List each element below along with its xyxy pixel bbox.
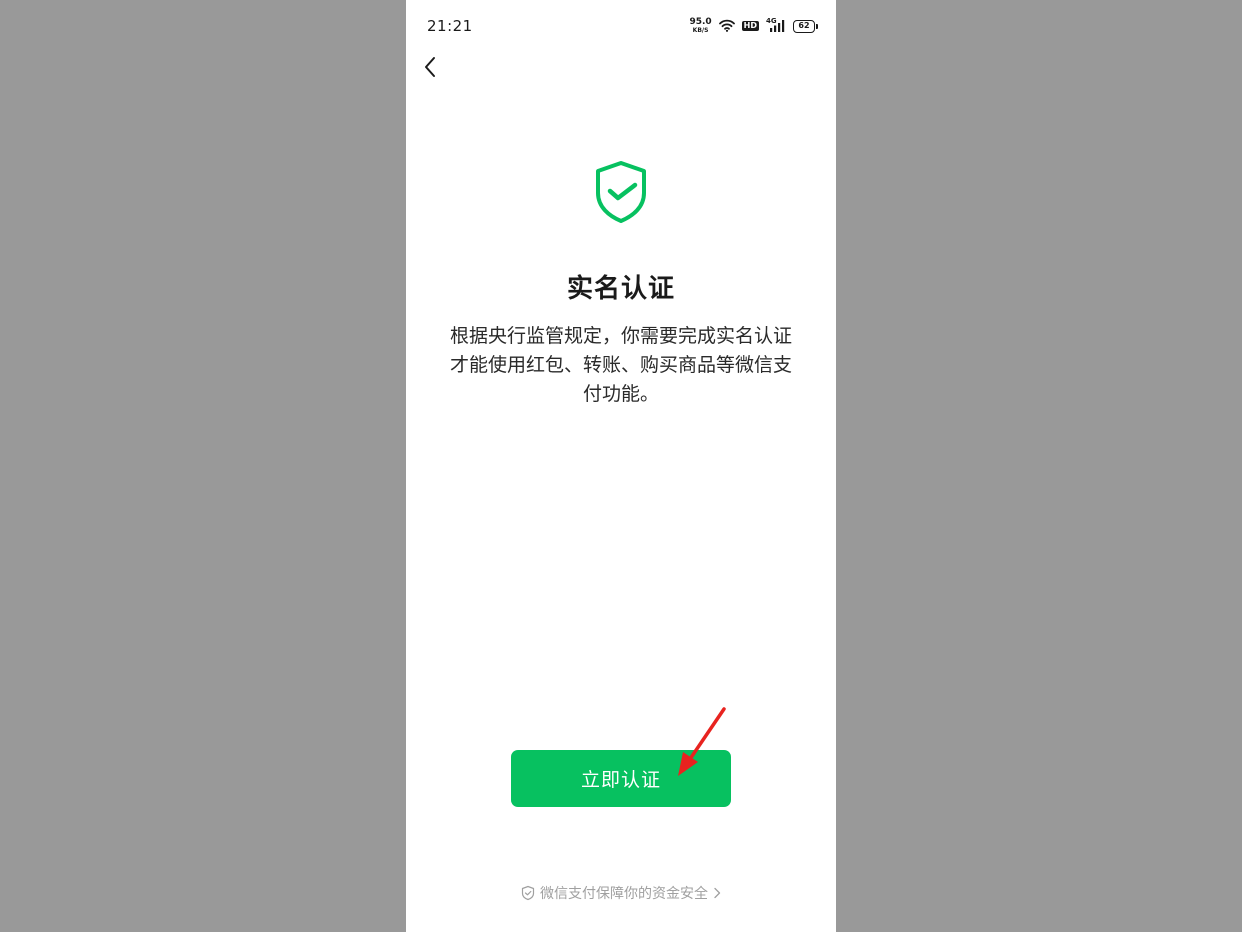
status-time: 21:21	[427, 17, 473, 35]
fund-safety-link[interactable]: 微信支付保障你的资金安全	[406, 883, 836, 903]
battery-level: 62	[798, 21, 810, 30]
shield-small-icon	[521, 885, 535, 901]
page-title: 实名认证	[566, 274, 675, 304]
chevron-right-icon	[713, 887, 721, 899]
back-button[interactable]	[420, 53, 444, 81]
shield-check-icon	[594, 160, 648, 224]
signal-4g-icon: 4G	[766, 17, 786, 33]
phone-screen: 21:21 95.0 KB/S HD 4G 62 实名认证 根据央行监管规定，你…	[406, 0, 836, 932]
network-speed-value: 95.0	[689, 17, 712, 27]
battery-icon: 62	[793, 19, 818, 33]
verify-now-button[interactable]: 立即认证	[511, 750, 731, 807]
status-bar: 21:21 95.0 KB/S HD 4G 62	[406, 0, 836, 52]
hd-icon: HD	[741, 21, 759, 31]
chevron-left-icon	[425, 57, 435, 77]
fund-safety-text: 微信支付保障你的资金安全	[540, 886, 708, 902]
network-speed: 95.0 KB/S	[689, 18, 711, 34]
status-icons: 95.0 KB/S HD 4G 62	[689, 17, 818, 36]
verify-now-button-label: 立即认证	[580, 769, 661, 791]
network-speed-unit: KB/S	[692, 27, 709, 34]
wifi-icon	[718, 17, 735, 36]
page-description: 根据央行监管规定，你需要完成实名认证才能使用红包、转账、购买商品等微信支付功能。	[449, 325, 792, 405]
